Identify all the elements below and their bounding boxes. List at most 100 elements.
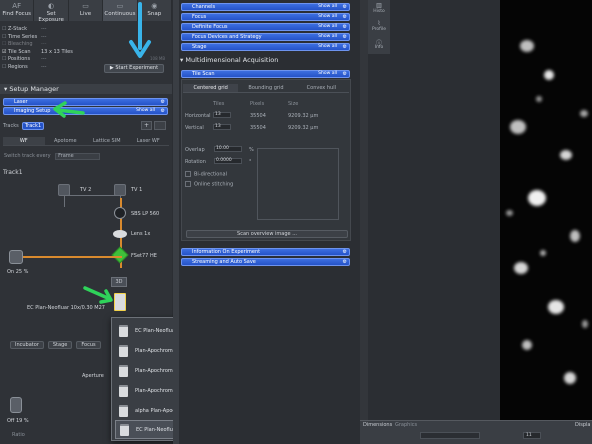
horizontal-tiles-input[interactable]: 13 [213, 112, 231, 118]
option-positions[interactable]: ☐ Positions --- [2, 56, 102, 64]
histo-button[interactable]: ▥ Histo [368, 0, 390, 18]
gear-icon[interactable]: ⚙ [343, 34, 347, 40]
show-all-toggle[interactable]: Show all [318, 14, 337, 20]
information-bar[interactable]: Information On Experiment ⚙ [181, 248, 350, 256]
switch-track-row: Switch track every Frame [4, 153, 101, 160]
tv2-label: TV 2 [80, 187, 92, 193]
tab-bounding-grid[interactable]: Bounding grid [238, 84, 294, 93]
tab-dimensions[interactable]: Dimensions [363, 422, 392, 428]
live-button[interactable]: ▭ Live [69, 0, 104, 21]
overlap-input[interactable]: 10.00 [214, 146, 242, 152]
show-all-toggle[interactable]: Show all [318, 34, 337, 40]
show-all-toggle[interactable]: Show all [318, 44, 337, 50]
rotation-unit: ° [249, 159, 252, 165]
focus-devices-bar[interactable]: Focus Devices and Strategy Show all ⚙ [181, 33, 350, 41]
lamp-icon[interactable] [9, 250, 23, 264]
bidirectional-checkbox[interactable]: Bi-directional [185, 171, 227, 178]
transmitted-lamp-icon[interactable] [10, 397, 22, 413]
cell-blob [536, 96, 542, 102]
definite-focus-bar[interactable]: Definite Focus Show all ⚙ [181, 23, 350, 31]
gear-icon[interactable]: ⚙ [343, 71, 347, 77]
cell-blob [560, 150, 572, 160]
gear-icon[interactable]: ⚙ [343, 4, 347, 10]
channels-bar[interactable]: Channels Show all ⚙ [181, 3, 350, 11]
vertical-tiles-input[interactable]: 13 [213, 124, 231, 130]
info-button[interactable]: ⓘ Info [368, 36, 390, 54]
lens-icon[interactable] [113, 230, 127, 238]
gear-icon[interactable]: ⚙ [161, 99, 165, 105]
option-bleaching[interactable]: ☐ Bleaching --- [2, 41, 102, 49]
profile-button[interactable]: ⌇ Profile [368, 18, 390, 36]
col-tiles: Tiles [213, 101, 225, 107]
panel-scrollbar[interactable] [173, 0, 179, 444]
tab-apotome[interactable]: Apotome [45, 137, 87, 145]
gear-icon[interactable]: ⚙ [343, 259, 347, 265]
light-path-line [14, 256, 122, 258]
gear-icon[interactable]: ⚙ [343, 249, 347, 255]
online-stitching-checkbox[interactable]: Online stitching [185, 181, 233, 188]
af-icon: AF [12, 2, 22, 10]
cell-blob [514, 262, 528, 274]
switch-track-dropdown[interactable]: Frame [55, 153, 101, 160]
live-icon: ▭ [82, 2, 89, 10]
exposure-icon: ◐ [48, 2, 55, 10]
frame-input[interactable]: 11 [523, 432, 541, 439]
cell-blob [580, 110, 588, 117]
incubator-button[interactable]: Incubator [10, 341, 44, 349]
info-icon: ⓘ [375, 40, 383, 47]
tracks-label: Tracks [3, 123, 19, 129]
option-tile-scan[interactable]: ☑ Tile Scan 13 x 13 Tiles [2, 49, 102, 57]
scan-overview-button[interactable]: Scan overview image ... [186, 230, 348, 238]
mda-header[interactable]: ▾ Multidimensional Acquisition [180, 56, 278, 64]
gear-icon[interactable]: ⚙ [343, 44, 347, 50]
add-track-button[interactable]: + [141, 121, 152, 130]
option-regions[interactable]: ☐ Regions --- [2, 64, 102, 72]
camera-tv1-icon[interactable] [114, 184, 126, 196]
streaming-bar[interactable]: Streaming and Auto Save ⚙ [181, 258, 350, 266]
tab-convex-hull[interactable]: Convex hull [293, 84, 349, 93]
stage-button[interactable]: Stage [47, 341, 73, 349]
beam-splitter-icon[interactable] [114, 207, 126, 219]
option-z-stack[interactable]: ☐ Z-Stack --- [2, 26, 102, 34]
view-tools: ▥ Histo ⌇ Profile ⓘ Info [368, 0, 390, 54]
tab-centered-grid[interactable]: Centered grid [183, 84, 239, 93]
focus-bar[interactable]: Focus Show all ⚙ [181, 13, 350, 21]
start-experiment-button[interactable]: ▶ Start Experiment [104, 64, 164, 73]
on-label: On 25 % [7, 269, 29, 275]
gear-icon[interactable]: ⚙ [161, 108, 165, 114]
divider [360, 0, 368, 444]
find-focus-button[interactable]: AF Find Focus [0, 0, 35, 21]
cell-blob [548, 300, 564, 314]
objective-icon [119, 364, 128, 377]
horizontal-size: 9209.32 µm [288, 113, 319, 119]
tab-laser-wf[interactable]: Laser WF [128, 137, 170, 145]
tab-display[interactable]: Displa [575, 422, 590, 428]
camera-tv2-icon[interactable] [58, 184, 70, 196]
microscope-image[interactable] [500, 0, 592, 420]
show-all-toggle[interactable]: Show all [318, 24, 337, 30]
rotation-input[interactable]: 0.0000 [214, 158, 242, 164]
tile-scan-bar[interactable]: Tile Scan Show all ⚙ [181, 70, 350, 78]
tab-wf[interactable]: WF [3, 137, 45, 145]
frame-controls[interactable] [420, 432, 480, 439]
track-options-button[interactable] [154, 121, 166, 130]
show-all-toggle[interactable]: Show all [318, 4, 337, 10]
focus-button[interactable]: Focus [76, 341, 101, 349]
vertical-size: 9209.32 µm [288, 125, 319, 131]
gear-icon[interactable]: ⚙ [343, 24, 347, 30]
set-exposure-button[interactable]: ◐ Set Exposure [34, 0, 69, 23]
annotation-arrow-icon [53, 101, 85, 118]
sbs-label: SBS LP 560 [131, 211, 160, 217]
option-time-series[interactable]: ☐ Time Series --- [2, 34, 102, 42]
show-all-toggle[interactable]: Show all [136, 108, 155, 114]
tv1-label: TV 1 [131, 187, 143, 193]
stage-bar[interactable]: Stage Show all ⚙ [181, 43, 350, 51]
show-all-toggle[interactable]: Show all [318, 71, 337, 77]
histogram-icon: ▥ [376, 2, 382, 9]
track1-button[interactable]: Track1 [22, 122, 44, 130]
tile-preview [257, 148, 339, 220]
setup-manager-header[interactable]: ▾ Setup Manager [0, 84, 172, 94]
tab-graphics[interactable]: Graphics [395, 422, 417, 428]
tab-lattice-sim[interactable]: Lattice SIM [86, 137, 128, 145]
gear-icon[interactable]: ⚙ [343, 14, 347, 20]
